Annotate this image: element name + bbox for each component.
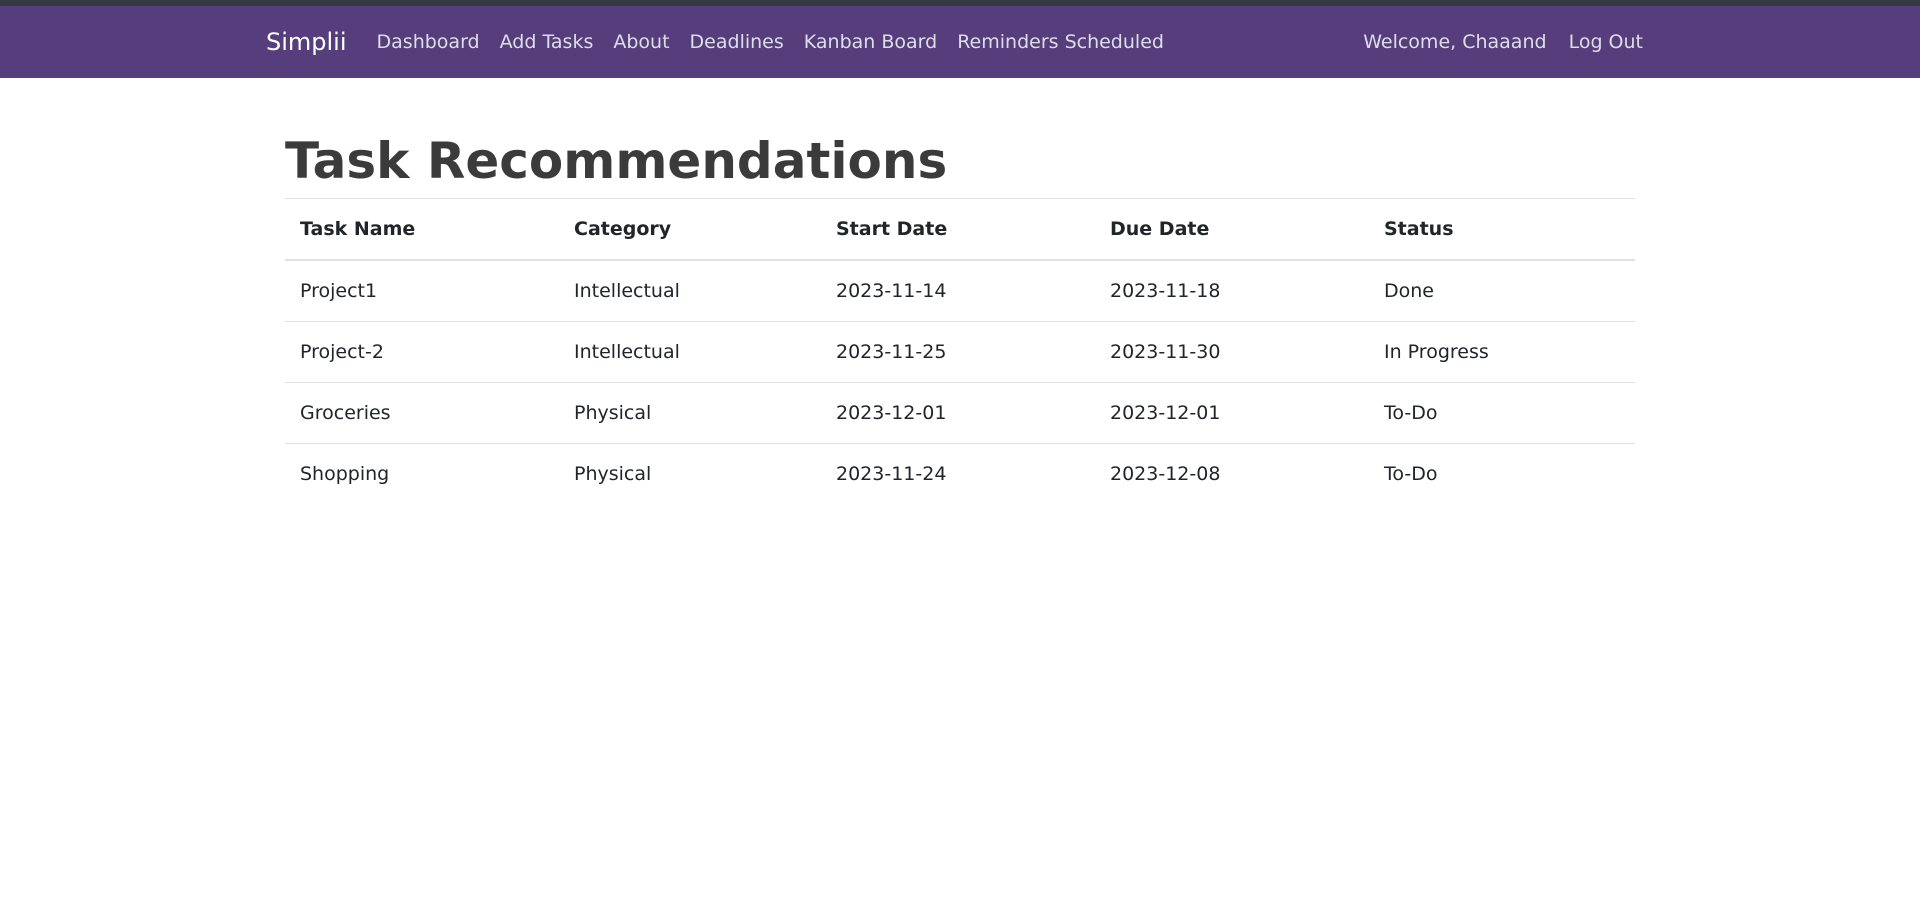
cell-category: Physical bbox=[574, 463, 652, 485]
table-header: Task Name Category Start Date Due Date S… bbox=[285, 199, 1635, 261]
cell-due-date: 2023-11-18 bbox=[1095, 260, 1369, 322]
header-start-date: Start Date bbox=[821, 199, 1095, 261]
table-body: Project1 Intellectual 2023-11-14 2023-11… bbox=[285, 260, 1635, 504]
brand-link[interactable]: Simplii bbox=[266, 28, 347, 56]
header-due-date: Due Date bbox=[1095, 199, 1369, 261]
cell-status: Done bbox=[1369, 260, 1635, 322]
nav-link-add-tasks[interactable]: Add Tasks bbox=[490, 31, 604, 53]
cell-category: Intellectual bbox=[559, 260, 821, 322]
nav-links: Dashboard Add Tasks About Deadlines Kanb… bbox=[367, 31, 1174, 53]
table-row: Groceries Physical 2023-12-01 2023-12-01… bbox=[285, 382, 1635, 444]
nav-link-deadlines[interactable]: Deadlines bbox=[680, 31, 794, 53]
nav-right: Welcome, Chaaand Log Out bbox=[1353, 31, 1643, 53]
cell-start-date: 2023-12-01 bbox=[821, 382, 1095, 444]
main-content: Task Recommendations Task Name Category … bbox=[285, 78, 1635, 504]
table-row: Project-2 Intellectual 2023-11-25 2023-1… bbox=[285, 321, 1635, 383]
cell-task-name: Groceries bbox=[285, 382, 559, 444]
logout-link[interactable]: Log Out bbox=[1557, 31, 1643, 53]
navbar: Simplii Dashboard Add Tasks About Deadli… bbox=[0, 6, 1920, 78]
cell-start-date: 2023-11-14 bbox=[821, 260, 1095, 322]
cell-category: Physical bbox=[559, 382, 821, 444]
cell-due-date: 2023-11-30 bbox=[1095, 321, 1369, 383]
cell-status: To-Do bbox=[1384, 463, 1438, 485]
cell-status: In Progress bbox=[1369, 321, 1635, 383]
cell-start-date: 2023-11-25 bbox=[821, 321, 1095, 383]
header-status: Status bbox=[1369, 199, 1635, 261]
cell-status: To-Do bbox=[1369, 382, 1635, 444]
cell-task-name: Project-2 bbox=[285, 321, 559, 383]
nav-link-about[interactable]: About bbox=[603, 31, 679, 53]
cell-task-name: Shopping bbox=[300, 463, 390, 485]
table-header-row: Task Name Category Start Date Due Date S… bbox=[285, 199, 1635, 261]
nav-link-reminders-scheduled[interactable]: Reminders Scheduled bbox=[947, 31, 1174, 53]
nav-link-kanban-board[interactable]: Kanban Board bbox=[794, 31, 947, 53]
header-category: Category bbox=[559, 199, 821, 261]
cell-due-date: 2023-12-01 bbox=[1095, 382, 1369, 444]
task-recommendations-table: Task Name Category Start Date Due Date S… bbox=[285, 199, 1635, 504]
table-row: Shopping Physical 2023-11-24 2023-12-08 … bbox=[285, 444, 1635, 505]
page-title: Task Recommendations bbox=[285, 136, 1635, 199]
cell-task-name: Project1 bbox=[285, 260, 559, 322]
cell-due-date: 2023-12-08 bbox=[1110, 463, 1221, 485]
cell-category: Intellectual bbox=[559, 321, 821, 383]
navbar-inner: Simplii Dashboard Add Tasks About Deadli… bbox=[266, 6, 1643, 78]
welcome-text: Welcome, Chaaand bbox=[1363, 31, 1547, 53]
nav-link-dashboard[interactable]: Dashboard bbox=[367, 31, 490, 53]
cell-start-date: 2023-11-24 bbox=[836, 463, 947, 485]
header-task-name: Task Name bbox=[285, 199, 559, 261]
table-row: Project1 Intellectual 2023-11-14 2023-11… bbox=[285, 260, 1635, 322]
